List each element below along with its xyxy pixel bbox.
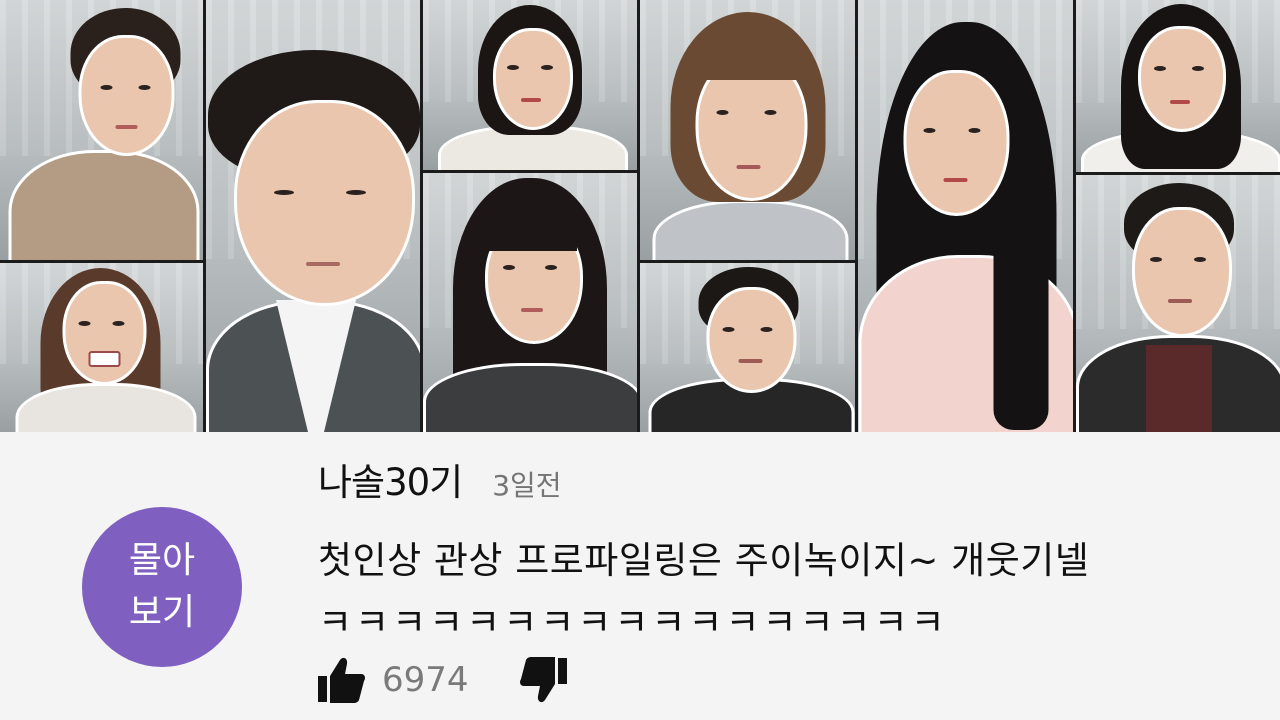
thumbs-up-icon[interactable] [316, 656, 366, 704]
channel-row: 나솔30기 3일전 [318, 452, 562, 506]
channel-name[interactable]: 나솔30기 [318, 452, 463, 506]
portrait-man-large [206, 0, 420, 432]
portrait-woman-top-right [1076, 0, 1280, 172]
video-title-line-1[interactable]: 첫인상 관상 프로파일링은 주이녹이지~ 개웃기넬 [318, 530, 1089, 584]
thumbs-down-icon[interactable] [519, 656, 569, 704]
portrait-woman-bob [423, 0, 637, 170]
portrait-man-plaid [0, 0, 203, 260]
portrait-woman-short [640, 0, 855, 260]
badge-line-2: 보기 [128, 592, 196, 633]
like-count: 6974 [382, 660, 469, 700]
rating-actions: 6974 [316, 656, 569, 704]
video-thumbnail[interactable] [0, 0, 1280, 432]
badge-line-1: 몰아 [128, 540, 196, 581]
portrait-woman-laughing [0, 263, 203, 432]
upload-time: 3일전 [492, 469, 562, 502]
portrait-man-bottom-right [1076, 175, 1280, 432]
portrait-man-smirk [640, 263, 855, 432]
video-title-line-2[interactable]: ㅋㅋㅋㅋㅋㅋㅋㅋㅋㅋㅋㅋㅋㅋㅋㅋㅋ [318, 592, 948, 646]
video-info-panel: 몰아 보기 나솔30기 3일전 첫인상 관상 프로파일링은 주이녹이지~ 개웃기… [0, 432, 1280, 720]
portrait-woman-long [858, 0, 1073, 432]
portrait-woman-bangs [423, 173, 637, 432]
binge-watch-badge[interactable]: 몰아 보기 [82, 507, 242, 667]
